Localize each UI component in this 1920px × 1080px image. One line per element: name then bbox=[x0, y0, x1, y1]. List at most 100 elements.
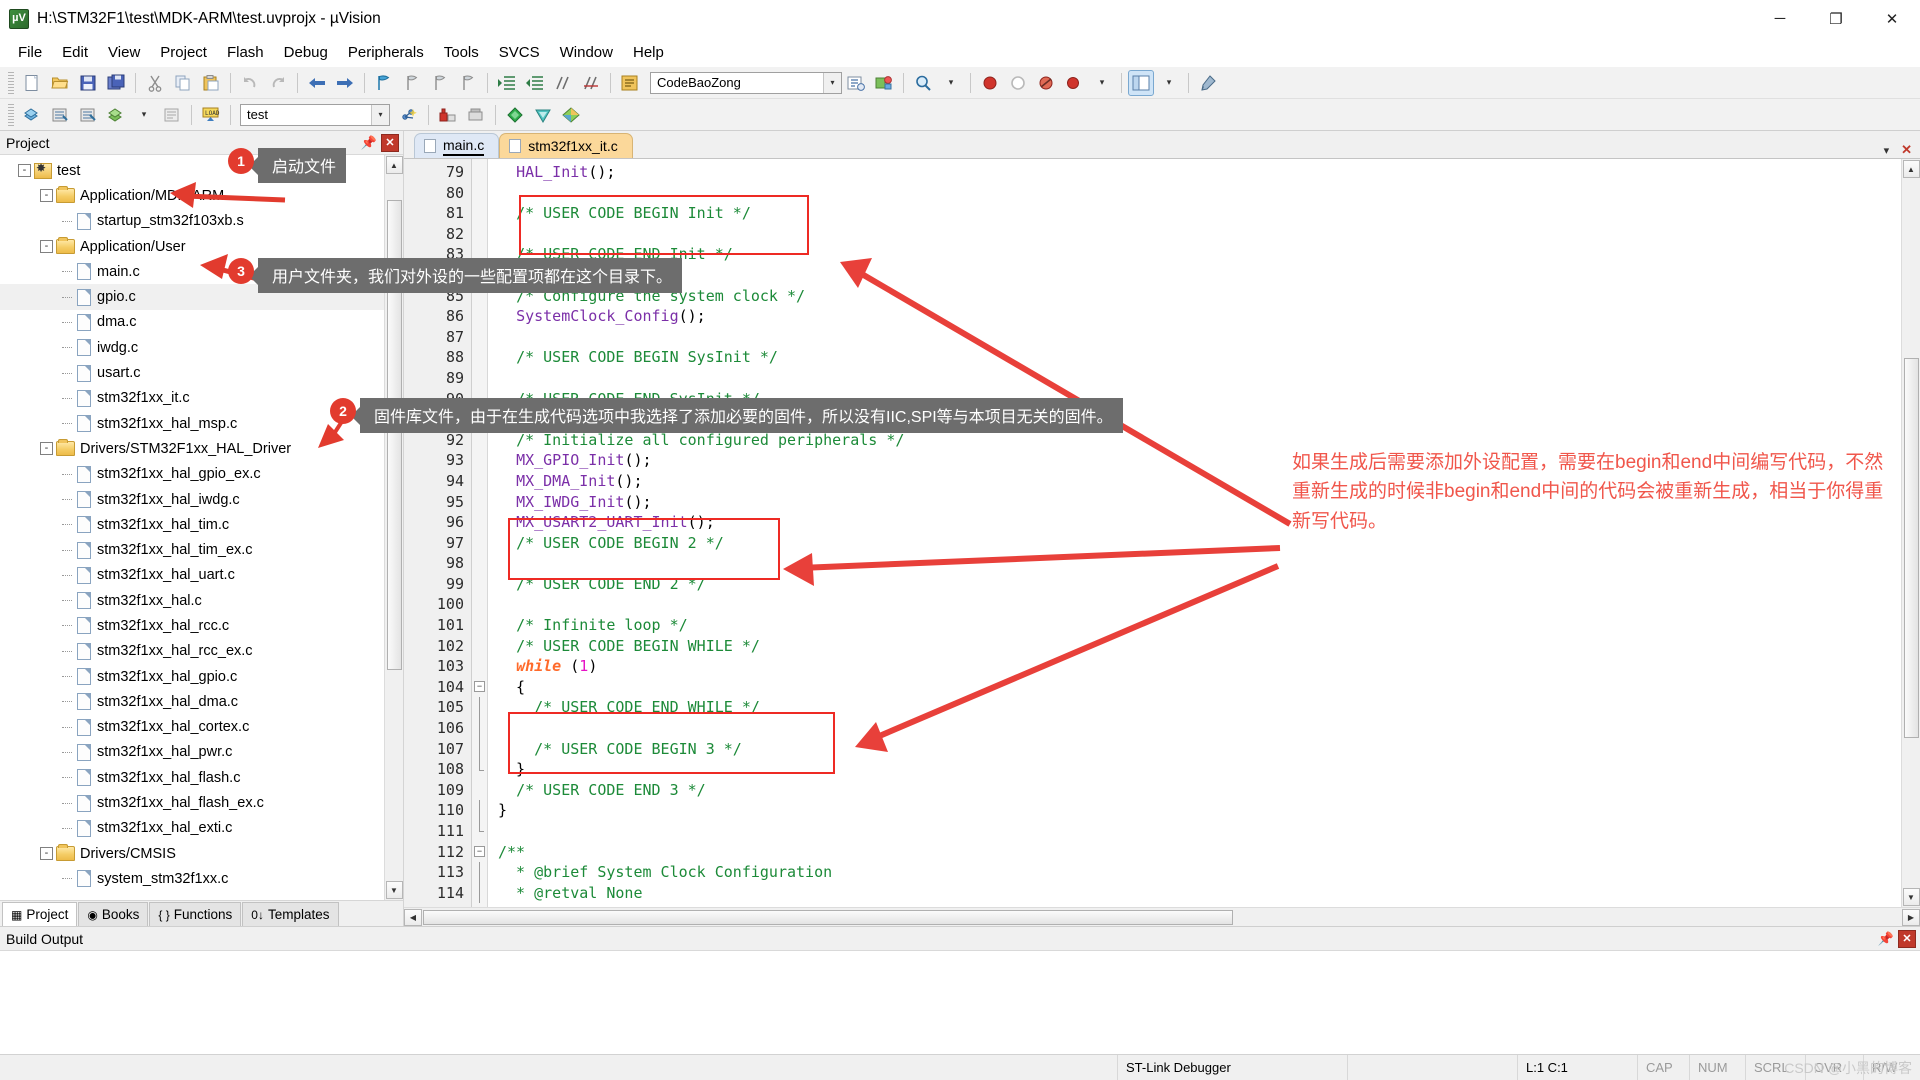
tree-item[interactable]: stm32f1xx_hal_rcc_ex.c bbox=[0, 639, 384, 664]
tree-item[interactable]: system_stm32f1xx.c bbox=[0, 866, 384, 891]
cut-icon[interactable] bbox=[142, 70, 168, 96]
tree-item[interactable]: stm32f1xx_hal_cortex.c bbox=[0, 715, 384, 740]
code-line[interactable] bbox=[498, 327, 1901, 348]
bookmark-toggle-icon[interactable] bbox=[371, 70, 397, 96]
tree-item[interactable]: - Drivers/CMSIS bbox=[0, 841, 384, 866]
new-file-icon[interactable] bbox=[19, 70, 45, 96]
code-line[interactable]: while (1) bbox=[498, 656, 1901, 677]
tree-item[interactable]: stm32f1xx_hal_msp.c bbox=[0, 411, 384, 436]
download-icon[interactable]: LOAD bbox=[198, 102, 224, 128]
scroll-right-icon[interactable]: ▶ bbox=[1902, 908, 1920, 926]
chevron-down-icon[interactable]: ▾ bbox=[823, 72, 841, 93]
close-icon[interactable]: ✕ bbox=[381, 133, 399, 152]
menu-svcs[interactable]: SVCS bbox=[489, 41, 550, 64]
diamond-green-icon[interactable] bbox=[502, 102, 528, 128]
code-line[interactable]: /* USER CODE BEGIN SysInit */ bbox=[498, 347, 1901, 368]
tree-item[interactable]: stm32f1xx_hal_tim_ex.c bbox=[0, 537, 384, 562]
bookmark-clear-icon[interactable] bbox=[455, 70, 481, 96]
navigate-back-icon[interactable] bbox=[304, 70, 330, 96]
code-line[interactable]: /* USER CODE BEGIN WHILE */ bbox=[498, 636, 1901, 657]
tree-item[interactable]: startup_stm32f103xb.s bbox=[0, 209, 384, 234]
tab-close-icon[interactable]: ✕ bbox=[1901, 142, 1912, 158]
tree-item[interactable]: stm32f1xx_hal_rcc.c bbox=[0, 613, 384, 638]
bookmark-next-icon[interactable] bbox=[427, 70, 453, 96]
menu-flash[interactable]: Flash bbox=[217, 41, 274, 64]
pin-icon[interactable]: 📌 bbox=[1877, 930, 1895, 948]
fold-marker[interactable]: − bbox=[472, 677, 487, 698]
translate-file-icon[interactable] bbox=[19, 102, 45, 128]
menu-debug[interactable]: Debug bbox=[274, 41, 338, 64]
tree-item[interactable]: stm32f1xx_hal_flash.c bbox=[0, 765, 384, 790]
tree-expander-icon[interactable]: - bbox=[40, 240, 53, 254]
tree-item[interactable]: - Drivers/STM32F1xx_HAL_Driver bbox=[0, 436, 384, 461]
tree-item[interactable]: stm32f1xx_hal_gpio_ex.c bbox=[0, 462, 384, 487]
menu-window[interactable]: Window bbox=[550, 41, 623, 64]
code-line[interactable]: * @brief System Clock Configuration bbox=[498, 862, 1901, 883]
panel-tab-templates[interactable]: 0↓ Templates bbox=[242, 902, 339, 926]
manage-components-icon[interactable] bbox=[435, 102, 461, 128]
project-select[interactable]: test ▾ bbox=[240, 103, 390, 126]
scroll-down-icon[interactable]: ▼ bbox=[1902, 888, 1920, 906]
tree-expander-icon[interactable]: - bbox=[40, 189, 53, 203]
layout-dropdown-icon[interactable]: ▾ bbox=[1156, 70, 1182, 96]
target-select[interactable]: CodeBaoZong ▾ bbox=[650, 71, 842, 94]
panel-tab-books[interactable]: ◉ Books bbox=[78, 902, 149, 926]
menu-help[interactable]: Help bbox=[623, 41, 674, 64]
scroll-down-icon[interactable]: ▼ bbox=[385, 881, 403, 899]
code-line[interactable] bbox=[498, 553, 1901, 574]
configure-target-icon[interactable] bbox=[396, 102, 422, 128]
tree-item[interactable]: dma.c bbox=[0, 310, 384, 335]
panel-tab-functions[interactable]: { } Functions bbox=[149, 902, 242, 926]
tree-item[interactable]: stm32f1xx_it.c bbox=[0, 386, 384, 411]
code-line[interactable] bbox=[498, 265, 1901, 286]
tree-item[interactable]: - Application/MDK-ARM bbox=[0, 183, 384, 208]
window-layout-icon[interactable] bbox=[1128, 69, 1154, 96]
build-output-text[interactable] bbox=[0, 951, 1920, 1054]
code-line[interactable]: /** bbox=[498, 842, 1901, 863]
diamond-multi-icon[interactable] bbox=[558, 102, 584, 128]
tree-item[interactable]: stm32f1xx_hal_iwdg.c bbox=[0, 487, 384, 512]
menu-edit[interactable]: Edit bbox=[52, 41, 98, 64]
redo-icon[interactable] bbox=[265, 70, 291, 96]
toolbar-grip[interactable] bbox=[8, 71, 14, 94]
manage-project-items-icon[interactable] bbox=[843, 70, 869, 96]
insert-breakpoint-icon[interactable] bbox=[977, 70, 1003, 96]
menu-tools[interactable]: Tools bbox=[434, 41, 489, 64]
tree-item[interactable]: stm32f1xx_hal_flash_ex.c bbox=[0, 790, 384, 815]
rebuild-icon[interactable] bbox=[75, 102, 101, 128]
fold-collapse-icon[interactable]: − bbox=[474, 680, 485, 692]
pack-installer-icon[interactable] bbox=[463, 102, 489, 128]
fold-collapse-icon[interactable]: − bbox=[474, 845, 485, 857]
menu-file[interactable]: File bbox=[8, 41, 52, 64]
comment-lines-icon[interactable] bbox=[550, 70, 576, 96]
code-line[interactable] bbox=[498, 594, 1901, 615]
editor-tab-main-c[interactable]: main.c bbox=[414, 133, 500, 158]
breakpoint-options-icon[interactable] bbox=[1061, 70, 1087, 96]
open-file-icon[interactable] bbox=[47, 70, 73, 96]
close-button[interactable]: ✕ bbox=[1864, 0, 1920, 38]
indent-decrease-icon[interactable] bbox=[522, 70, 548, 96]
tree-item[interactable]: - Application/User bbox=[0, 234, 384, 259]
menu-view[interactable]: View bbox=[98, 41, 150, 64]
code-line[interactable]: /* USER CODE BEGIN 3 */ bbox=[498, 739, 1901, 760]
menu-project[interactable]: Project bbox=[150, 41, 217, 64]
undo-icon[interactable] bbox=[237, 70, 263, 96]
maximize-button[interactable]: ❐ bbox=[1808, 0, 1864, 38]
tree-item[interactable]: stm32f1xx_hal_gpio.c bbox=[0, 664, 384, 689]
paste-icon[interactable] bbox=[198, 70, 224, 96]
editor-tab-stm32f1xx-it-c[interactable]: stm32f1xx_it.c bbox=[499, 133, 633, 158]
code-line[interactable]: /* Configure the system clock */ bbox=[498, 286, 1901, 307]
code-line[interactable]: SystemClock_Config(); bbox=[498, 306, 1901, 327]
scroll-up-icon[interactable]: ▲ bbox=[385, 156, 403, 174]
code-line[interactable]: /* Infinite loop */ bbox=[498, 615, 1901, 636]
tree-item[interactable]: stm32f1xx_hal_tim.c bbox=[0, 512, 384, 537]
panel-tab-project[interactable]: ▦ Project bbox=[2, 902, 78, 926]
scroll-thumb[interactable] bbox=[1903, 358, 1919, 738]
tree-item[interactable]: stm32f1xx_hal_pwr.c bbox=[0, 740, 384, 765]
chevron-down-icon[interactable]: ▾ bbox=[371, 104, 389, 125]
tab-list-dropdown-icon[interactable]: ▾ bbox=[1884, 144, 1890, 157]
tree-expander-icon[interactable]: - bbox=[40, 847, 53, 861]
copy-icon[interactable] bbox=[170, 70, 196, 96]
code-line[interactable]: /* USER CODE END 2 */ bbox=[498, 574, 1901, 595]
build-target-icon[interactable] bbox=[47, 102, 73, 128]
